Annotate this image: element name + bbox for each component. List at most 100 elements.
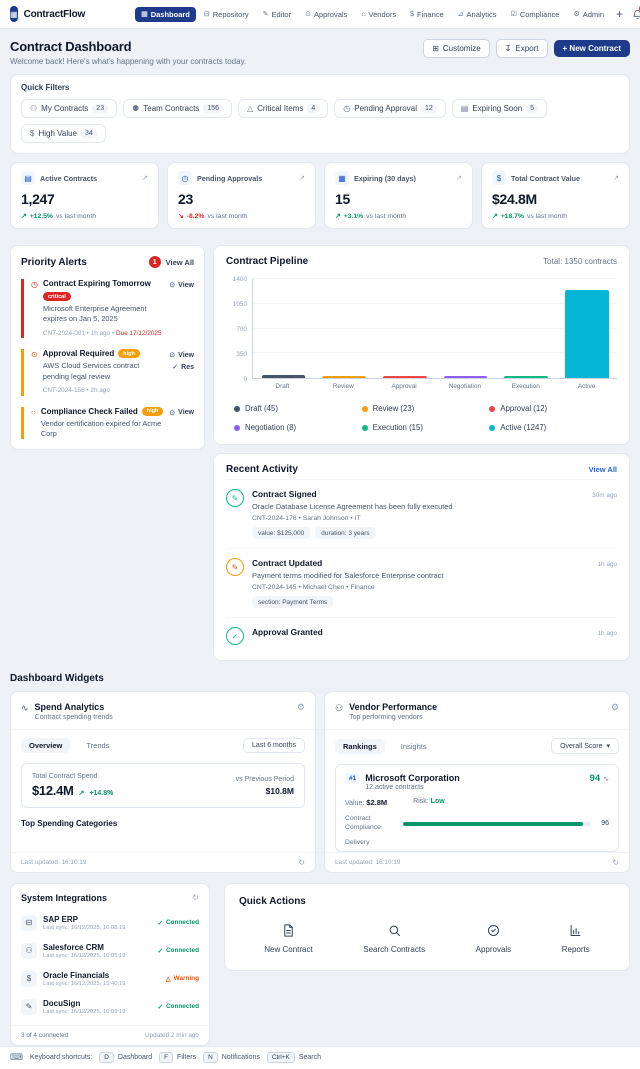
quick-action-search-contracts[interactable]: Search Contracts	[363, 923, 425, 954]
external-link-icon[interactable]: ↗	[142, 174, 148, 182]
analytics-icon: ⊿	[458, 10, 464, 18]
integrations-updated: Updated 2 min ago	[145, 1032, 199, 1039]
filter-chip-critical-items[interactable]: △Critical Items4	[238, 99, 328, 118]
tab-overview[interactable]: Overview	[21, 738, 70, 753]
spend-summary: Total Contract Spend $12.4M ↗ +14.8% vs …	[21, 763, 305, 808]
nav-item-approvals[interactable]: ⊙Approvals	[299, 7, 353, 22]
crm-icon: ⚇	[21, 943, 37, 959]
alert-title: Compliance Check Failed	[41, 407, 138, 416]
bar-active[interactable]	[565, 290, 609, 378]
page-subtitle: Welcome back! Here's what's happening wi…	[10, 57, 246, 66]
quick-action-reports[interactable]: Reports	[562, 923, 590, 954]
x-tick-label: Execution	[495, 379, 556, 390]
add-button[interactable]: +	[616, 8, 623, 20]
customize-button[interactable]: ⊞Customize	[423, 39, 490, 58]
notifications-button[interactable]: 2	[632, 9, 640, 20]
calendar-icon: ▤	[461, 104, 469, 113]
alert-item: ◷ Contract Expiring Tomorrow critical Mi…	[21, 279, 194, 338]
nav-item-analytics[interactable]: ⊿Analytics	[452, 7, 503, 22]
nav-menu: ▦Dashboard ⊟Repository ✎Editor ⊙Approval…	[135, 7, 610, 22]
bar-approval[interactable]	[383, 376, 427, 378]
shortcut-key: F	[159, 1052, 173, 1063]
filter-chip-pending-approval[interactable]: ◷Pending Approval12	[334, 99, 446, 118]
nav-item-finance[interactable]: $Finance	[404, 7, 450, 22]
export-button[interactable]: ↧Export	[496, 39, 548, 58]
status-badge: ✓Connected	[158, 919, 199, 927]
gear-icon[interactable]: ⚙	[297, 702, 305, 713]
bar-review[interactable]	[322, 376, 366, 378]
stat-card-pending-approvals: ◷Pending Approvals↗ 23 ↘-8.2%vs last mon…	[167, 162, 316, 229]
activity-title: Contract Signed	[252, 489, 317, 499]
activity-item: ✎ Contract Updated1h ago Payment terms m…	[226, 548, 617, 617]
filter-chip-expiring-soon[interactable]: ▤Expiring Soon5	[452, 99, 547, 118]
check-icon: ✓	[158, 919, 163, 927]
legend-dot-icon	[234, 406, 240, 412]
vendor-name: Microsoft Corporation	[365, 773, 584, 783]
bar-execution[interactable]	[504, 376, 548, 378]
alert-view-button[interactable]: ⊙View	[169, 409, 194, 417]
priority-alerts-panel: Priority Alerts 1 View All ◷ Contract Ex…	[10, 245, 205, 450]
legend-item: Approval (12)	[489, 404, 617, 413]
external-link-icon[interactable]: ↗	[613, 174, 619, 182]
shortcuts-label: Keyboard shortcuts:	[30, 1054, 92, 1061]
vendor-last-updated: Last updated: 16:10:19	[335, 859, 400, 866]
alert-title: Approval Required	[43, 349, 115, 358]
external-link-icon[interactable]: ↗	[299, 174, 305, 182]
filter-chip-team-contracts[interactable]: ⚉Team Contracts156	[123, 99, 232, 118]
activity-tag: section: Payment Terms	[252, 596, 333, 608]
alert-description: AWS Cloud Services contract pending lega…	[43, 361, 165, 382]
quick-filters-title: Quick Filters	[21, 83, 619, 92]
activity-view-all-link[interactable]: View All	[589, 465, 617, 474]
stat-value: 1,247	[21, 191, 148, 207]
shortcut-key: D	[99, 1052, 114, 1063]
check-icon: ✓	[158, 947, 163, 955]
contract-pipeline-panel: Contract Pipeline Total: 1350 contracts …	[213, 245, 630, 445]
tab-rankings[interactable]: Rankings	[335, 739, 385, 754]
alert-view-button[interactable]: ⊙View	[169, 281, 194, 289]
integration-name: Oracle Financials	[43, 971, 160, 980]
check-icon: ✓	[172, 363, 178, 371]
page-title: Contract Dashboard	[10, 39, 246, 54]
dollar-icon: $	[30, 129, 34, 138]
finance-icon: $	[21, 971, 37, 987]
quick-action-approvals[interactable]: Approvals	[476, 923, 512, 954]
filter-chip-my-contracts[interactable]: ⚇My Contracts23	[21, 99, 117, 118]
filter-chip-high-value[interactable]: $High Value34	[21, 124, 106, 143]
gear-icon[interactable]: ⚙	[611, 702, 619, 713]
integration-name: Salesforce CRM	[43, 943, 152, 952]
alerts-count-badge: 1	[149, 256, 161, 268]
external-link-icon[interactable]: ↗	[456, 174, 462, 182]
nav-item-compliance[interactable]: ☑Compliance	[505, 7, 566, 22]
integration-row: ⚇ Salesforce CRMLast sync: 16/12/2025, 1…	[11, 937, 209, 965]
nav-item-vendors[interactable]: ⌂Vendors	[355, 7, 402, 22]
alert-resolve-button[interactable]: ✓Res	[172, 363, 194, 371]
tab-trends[interactable]: Trends	[78, 738, 117, 753]
refresh-icon[interactable]: ↻	[612, 858, 619, 867]
legend-dot-icon	[489, 406, 495, 412]
nav-item-admin[interactable]: ⚙Admin	[567, 7, 610, 22]
alert-view-button[interactable]: ⊙View	[169, 351, 194, 359]
new-contract-button[interactable]: + New Contract	[554, 40, 630, 57]
nav-item-editor[interactable]: ✎Editor	[257, 7, 297, 22]
eye-icon: ⊙	[169, 351, 175, 359]
refresh-icon[interactable]: ↻	[192, 893, 199, 902]
refresh-icon[interactable]: ↻	[298, 858, 305, 867]
bar-negotiation[interactable]	[444, 376, 488, 378]
stat-card-active-contracts: ▤Active Contracts↗ 1,247 ↗+12.5%vs last …	[10, 162, 159, 229]
nav-item-dashboard[interactable]: ▦Dashboard	[135, 7, 196, 22]
bar-draft[interactable]	[262, 375, 306, 378]
tab-insights[interactable]: Insights	[393, 739, 435, 754]
nav-item-repository[interactable]: ⊟Repository	[198, 7, 255, 22]
alerts-view-all-link[interactable]: View All	[166, 258, 194, 267]
sort-select[interactable]: Overall Score▾	[551, 738, 619, 754]
range-select[interactable]: Last 6 months	[243, 738, 305, 753]
integration-row: ⊟ SAP ERPLast sync: 16/12/2025, 16:08:19…	[11, 909, 209, 937]
quick-action-new-contract[interactable]: New Contract	[264, 923, 312, 954]
check-icon: ✓	[226, 627, 244, 645]
activity-time: 1h ago	[597, 561, 617, 568]
activity-meta: CNT-2024-176 • Sarah Johnson • IT	[252, 515, 617, 522]
bar-column	[374, 279, 435, 378]
compliance-icon: ☑	[511, 10, 517, 18]
signature-icon: ✎	[21, 999, 37, 1015]
vendor-performance-widget: ⚇ Vendor Performance Top performing vend…	[324, 691, 630, 873]
